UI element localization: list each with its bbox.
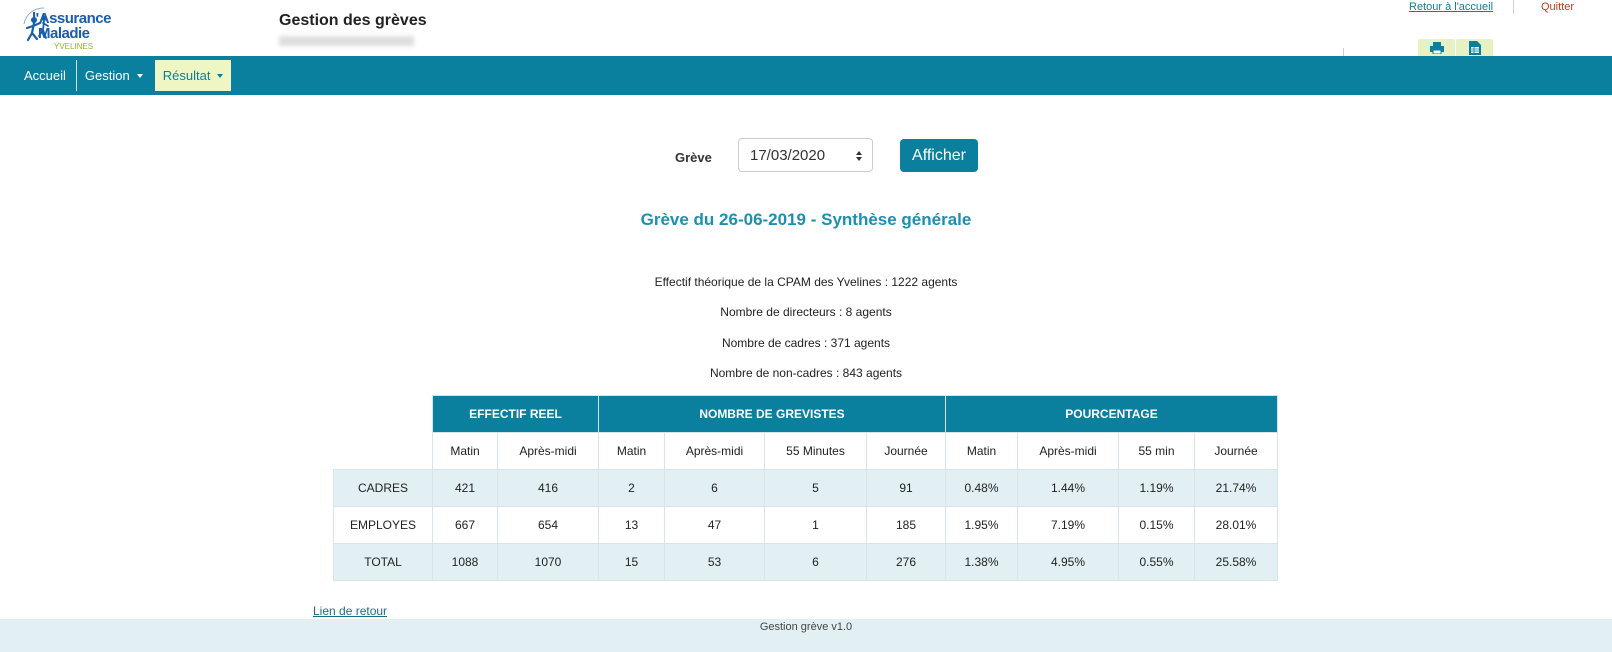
- greve-label: Grève: [675, 150, 712, 165]
- column-header: 55 Minutes: [764, 432, 867, 470]
- table-cell: 1088: [432, 543, 498, 581]
- table-cell: 25.58%: [1194, 543, 1278, 581]
- footer-version: Gestion grève v1.0: [759, 621, 853, 633]
- table-row: EMPLOYES 667 654 13 47 1 185 1.95% 7.19%…: [333, 506, 1278, 544]
- column-header: Journée: [866, 432, 946, 470]
- select-arrows-icon: [856, 151, 862, 161]
- column-header: Après-midi: [664, 432, 765, 470]
- table-cell: 185: [866, 506, 946, 544]
- column-header: 55 min: [1118, 432, 1195, 470]
- printer-icon: [1429, 41, 1444, 54]
- info-line-non-cadres: Nombre de non-cadres : 843 agents: [709, 366, 903, 380]
- table-cell: 47: [664, 506, 765, 544]
- table-cell: 1.38%: [945, 543, 1018, 581]
- table-cell: 667: [432, 506, 498, 544]
- main-navbar: Accueil Gestion Résultat: [0, 56, 1612, 95]
- table-row: TOTAL 1088 1070 15 53 6 276 1.38% 4.95% …: [333, 543, 1278, 581]
- greve-select-value: 17/03/2020: [750, 146, 826, 164]
- column-header: Journée: [1194, 432, 1278, 470]
- row-label: CADRES: [333, 469, 433, 507]
- user-name-blurred: [279, 36, 414, 46]
- table-cell: 421: [432, 469, 498, 507]
- table-cell: 21.74%: [1194, 469, 1278, 507]
- quit-link[interactable]: Quitter: [1541, 1, 1574, 13]
- table-cell: 15: [598, 543, 665, 581]
- table-cell: 53: [664, 543, 765, 581]
- column-header: Après-midi: [1017, 432, 1119, 470]
- table-cell: 0.48%: [945, 469, 1018, 507]
- table-cell: 4.95%: [1017, 543, 1119, 581]
- nav-item-accueil[interactable]: Accueil: [16, 60, 74, 91]
- table-cell: 7.19%: [1017, 506, 1119, 544]
- table-cell: 1.95%: [945, 506, 1018, 544]
- nav-item-resultat[interactable]: Résultat: [154, 60, 232, 91]
- table-cell: 276: [866, 543, 946, 581]
- table-cell: 1: [764, 506, 867, 544]
- excel-icon: [1468, 40, 1481, 55]
- afficher-button[interactable]: Afficher: [900, 139, 978, 172]
- nav-item-label: Résultat: [162, 68, 211, 83]
- group-header-grevistes: NOMBRE DE GREVISTES: [598, 395, 946, 433]
- table-cell: 91: [866, 469, 946, 507]
- logo-line-2: Maladie: [38, 25, 90, 42]
- table-cell: 5: [764, 469, 867, 507]
- table-cell: 1070: [497, 543, 599, 581]
- footer: Gestion grève v1.0: [0, 619, 1612, 652]
- table-corner: [333, 395, 433, 433]
- row-label: TOTAL: [333, 543, 433, 581]
- info-line-effectif: Effectif théorique de la CPAM des Yvelin…: [654, 275, 958, 289]
- column-header: Matin: [945, 432, 1018, 470]
- group-header-effectif: EFFECTIF REEL: [432, 395, 599, 433]
- export-excel-button[interactable]: [1456, 39, 1493, 56]
- table-cell: 654: [497, 506, 599, 544]
- greve-select[interactable]: 17/03/2020: [738, 138, 873, 172]
- page-title: Grève du 26-06-2019 - Synthèse générale: [640, 210, 972, 229]
- table-cell: 416: [497, 469, 599, 507]
- caret-down-icon: [217, 73, 224, 78]
- header-divider: [1343, 48, 1344, 56]
- table-cell: 1.44%: [1017, 469, 1119, 507]
- nav-item-label: Accueil: [24, 68, 66, 83]
- table-cell: 1.19%: [1118, 469, 1195, 507]
- table-sub-header: Matin Après-midi Matin Après-midi 55 Min…: [333, 432, 1278, 470]
- back-link[interactable]: Lien de retour: [313, 604, 387, 618]
- column-header: Après-midi: [497, 432, 599, 470]
- table-cell: 6: [664, 469, 765, 507]
- column-header: Matin: [432, 432, 498, 470]
- synthesis-table: EFFECTIF REEL NOMBRE DE GREVISTES POURCE…: [333, 395, 1278, 581]
- top-divider: [1513, 0, 1514, 14]
- column-header: Matin: [598, 432, 665, 470]
- info-line-cadres: Nombre de cadres : 371 agents: [721, 336, 891, 350]
- app-header: l'Assurance Maladie YVELINES Gestion des…: [0, 0, 1612, 56]
- nav-divider: [75, 60, 77, 91]
- print-button[interactable]: [1418, 39, 1455, 56]
- table-row: CADRES 421 416 2 6 5 91 0.48% 1.44% 1.19…: [333, 469, 1278, 507]
- row-label: EMPLOYES: [333, 506, 433, 544]
- caret-down-icon: [136, 73, 143, 78]
- table-cell: 2: [598, 469, 665, 507]
- nav-item-gestion[interactable]: Gestion: [77, 60, 151, 91]
- table-cell: 0.55%: [1118, 543, 1195, 581]
- app-title: Gestion des grèves: [279, 12, 427, 29]
- table-cell: 0.15%: [1118, 506, 1195, 544]
- logo-line-3: YVELINES: [54, 42, 94, 51]
- back-home-link[interactable]: Retour à l'accueil: [1409, 1, 1493, 13]
- table-group-header: EFFECTIF REEL NOMBRE DE GREVISTES POURCE…: [333, 395, 1278, 433]
- nav-item-label: Gestion: [84, 68, 130, 83]
- table-cell: 28.01%: [1194, 506, 1278, 544]
- group-header-pourcentage: POURCENTAGE: [945, 395, 1278, 433]
- table-corner: [333, 432, 433, 470]
- table-cell: 6: [764, 543, 867, 581]
- info-line-directeurs: Nombre de directeurs : 8 agents: [720, 305, 892, 319]
- table-cell: 13: [598, 506, 665, 544]
